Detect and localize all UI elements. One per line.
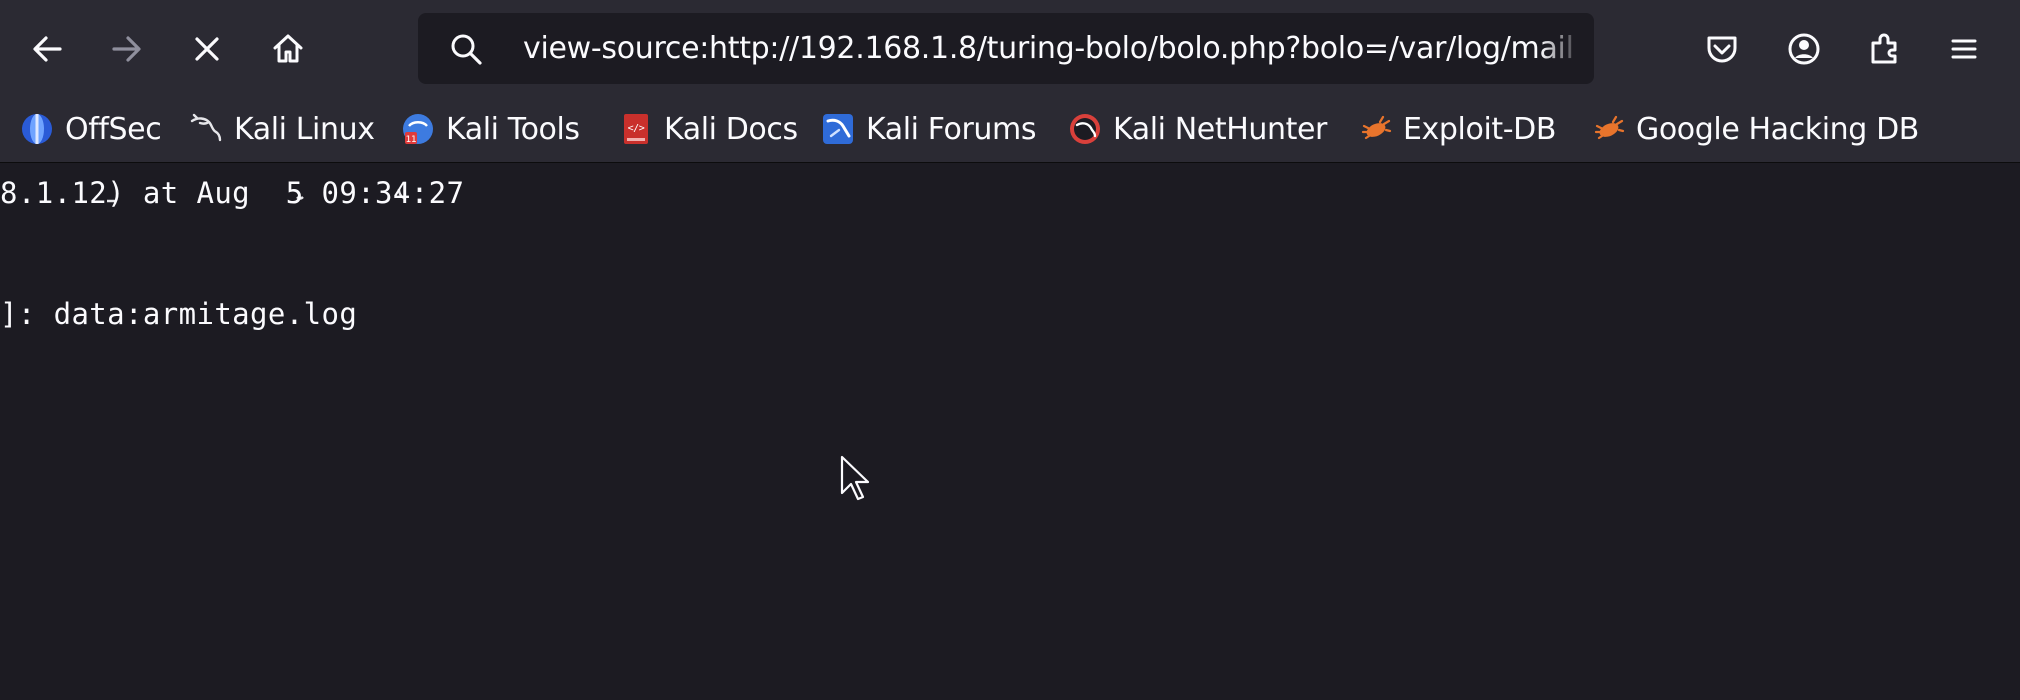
bookmark-kali-docs[interactable]: </> Kali Docs: [619, 104, 798, 154]
bookmark-label: Kali NetHunter: [1113, 111, 1327, 147]
source-line: 8.1.12) at Aug 5 09:34:27: [0, 176, 465, 210]
arrow-right-icon: [109, 31, 145, 67]
app-menu-button[interactable]: [1934, 17, 1994, 81]
bookmark-offsec[interactable]: OffSec: [20, 104, 162, 154]
source-line: ]: data:armitage.log: [0, 297, 358, 331]
url-bar[interactable]: view-source:http://192.168.1.8/turing-bo…: [418, 13, 1594, 84]
home-button[interactable]: [258, 17, 318, 81]
bookmark-kali-tools[interactable]: 11 Kali Tools: [401, 104, 580, 154]
bookmarks-toolbar: OffSec Kali Linux 11 Kali Tools </> Kali…: [0, 98, 2020, 163]
forward-button[interactable]: [97, 17, 157, 81]
search-icon: [448, 31, 484, 71]
bookmark-kali-linux[interactable]: Kali Linux: [189, 104, 375, 154]
svg-text:</>: </>: [628, 123, 645, 134]
close-icon: [189, 31, 225, 67]
browser-window: view-source:http://192.168.1.8/turing-bo…: [0, 0, 2020, 700]
page-content: 8.1.12) at Aug 5 09:34:27 ]: data:armita…: [0, 163, 2020, 700]
extensions-icon: [1866, 31, 1902, 67]
kali-forums-icon: [821, 112, 855, 146]
pocket-button[interactable]: [1692, 17, 1752, 81]
hamburger-menu-icon: [1946, 31, 1982, 67]
bookmark-kali-forums[interactable]: Kali Forums: [821, 104, 1036, 154]
account-icon: [1786, 31, 1822, 67]
kali-dragon-icon: [189, 112, 223, 146]
kali-nethunter-icon: [1068, 112, 1102, 146]
bookmark-label: Kali Docs: [664, 111, 798, 147]
pocket-icon: [1704, 31, 1740, 67]
extensions-button[interactable]: [1854, 17, 1914, 81]
url-input[interactable]: view-source:http://192.168.1.8/turing-bo…: [523, 13, 1583, 84]
kali-docs-icon: </>: [619, 112, 653, 146]
bookmark-google-hacking-db[interactable]: Google Hacking DB: [1591, 104, 1919, 154]
bookmark-label: Kali Tools: [446, 111, 580, 147]
mouse-cursor-icon: [840, 455, 870, 507]
bookmark-label: OffSec: [65, 111, 162, 147]
bookmark-label: Kali Linux: [234, 111, 375, 147]
account-button[interactable]: [1774, 17, 1834, 81]
kali-tools-icon: 11: [401, 112, 435, 146]
home-icon: [270, 31, 306, 67]
bookmark-label: Google Hacking DB: [1636, 111, 1919, 147]
stop-button[interactable]: [177, 17, 237, 81]
navigation-toolbar: view-source:http://192.168.1.8/turing-bo…: [0, 0, 2020, 98]
bookmark-label: Exploit-DB: [1403, 111, 1557, 147]
arrow-left-icon: [29, 31, 65, 67]
ghdb-icon: [1591, 112, 1625, 146]
offsec-icon: [20, 112, 54, 146]
bookmark-exploit-db[interactable]: Exploit-DB: [1358, 104, 1556, 154]
exploit-db-icon: [1358, 112, 1392, 146]
bookmark-kali-nethunter[interactable]: Kali NetHunter: [1068, 104, 1327, 154]
back-button[interactable]: [17, 17, 77, 81]
svg-text:11: 11: [406, 135, 417, 145]
bookmark-label: Kali Forums: [866, 111, 1037, 147]
